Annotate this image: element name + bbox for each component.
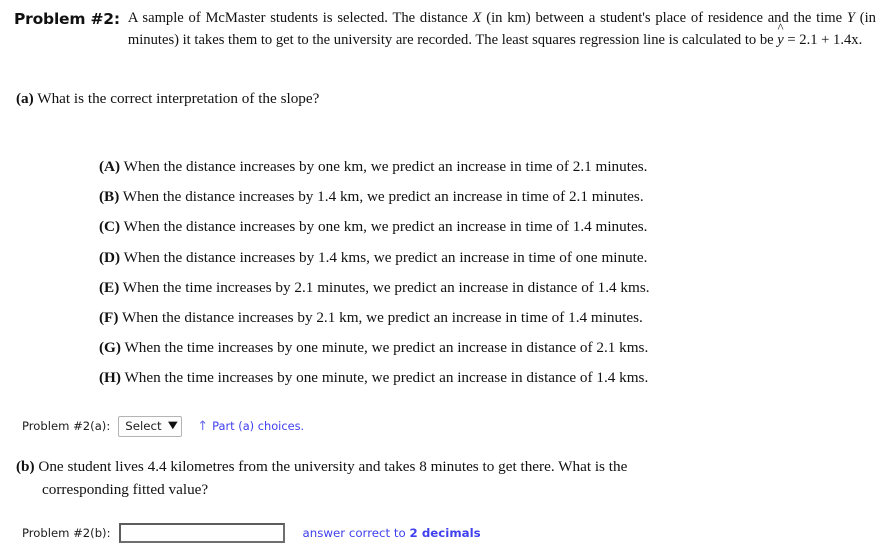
- choice-option-g: (G) When the time increases by one minut…: [99, 333, 869, 363]
- part-a-choices-hint-label: Part (a) choices.: [212, 419, 305, 433]
- part-b-answer-input[interactable]: [118, 523, 285, 543]
- part-a-choices-hint[interactable]: ↑ Part (a) choices.: [197, 419, 304, 433]
- choice-letter-d: (D): [99, 248, 121, 266]
- choice-letter-b: (B): [99, 188, 120, 206]
- choice-letter-e: (E): [99, 278, 120, 296]
- precision-note-prefix: answer correct to: [302, 526, 410, 540]
- choice-text-e: When the time increases by 2.1 minutes, …: [122, 278, 650, 296]
- choice-option-h: (H) When the time increases by one minut…: [99, 363, 869, 393]
- up-arrow-icon: ↑: [197, 418, 209, 434]
- part-b-answer-row: Problem #2(b): answer correct to 2 decim…: [22, 521, 481, 545]
- part-b-answer-label: Problem #2(b):: [22, 526, 111, 540]
- problem-statement-block: Problem #2: A sample of McMaster student…: [14, 8, 876, 51]
- choice-text-b: When the distance increases by 1.4 km, w…: [122, 188, 644, 206]
- choice-text-g: When the time increases by one minute, w…: [124, 339, 649, 357]
- statement-segment-1: A sample of McMaster students is selecte…: [127, 10, 473, 26]
- choice-option-a: (A) When the distance increases by one k…: [99, 152, 869, 182]
- y-hat-symbol: ^ y: [777, 21, 783, 52]
- choice-letter-c: (C): [99, 218, 121, 236]
- part-b-question-line1: One student lives 4.4 kilometres from th…: [38, 458, 628, 475]
- problem-statement-text: A sample of McMaster students is selecte…: [128, 8, 876, 51]
- part-b-marker: (b): [16, 458, 35, 475]
- choice-option-f: (F) When the distance increases by 2.1 k…: [99, 303, 869, 333]
- statement-segment-2: (in km) between a student's place of res…: [481, 10, 847, 26]
- part-a-marker: (a): [16, 90, 34, 107]
- choice-text-h: When the time increases by one minute, w…: [124, 369, 649, 387]
- hat-accent-icon: ^: [777, 19, 784, 35]
- part-b-question: (b) One student lives 4.4 kilometres fro…: [16, 455, 860, 501]
- choice-letter-f: (F): [99, 309, 119, 327]
- part-a-choice-list: (A) When the distance increases by one k…: [99, 152, 869, 394]
- choice-option-e: (E) When the time increases by 2.1 minut…: [99, 273, 869, 303]
- variable-y: Y: [846, 10, 855, 26]
- choice-option-d: (D) When the distance increases by 1.4 k…: [99, 243, 869, 273]
- part-b-question-line2: corresponding fitted value?: [42, 481, 209, 498]
- choice-option-b: (B) When the distance increases by 1.4 k…: [99, 182, 869, 212]
- choice-letter-a: (A): [99, 158, 121, 175]
- part-a-question-text: What is the correct interpretation of th…: [37, 90, 320, 107]
- chevron-down-icon: ▼: [167, 420, 178, 431]
- choice-text-d: When the distance increases by 1.4 kms, …: [123, 248, 648, 266]
- choice-option-c: (C) When the distance increases by one k…: [99, 212, 869, 242]
- part-a-answer-label: Problem #2(a):: [22, 419, 111, 433]
- precision-note-emphasis: 2 decimals: [409, 526, 481, 540]
- problem-label: Problem #2:: [14, 10, 120, 28]
- part-a-answer-select[interactable]: Select ▼: [118, 415, 183, 437]
- regression-formula: ^ y = 2.1 + 1.4x.: [777, 21, 863, 48]
- part-a-answer-row: Problem #2(a): Select ▼ ↑ Part (a) choic…: [22, 414, 304, 438]
- part-a-question: (a) What is the correct interpretation o…: [16, 88, 319, 110]
- choice-text-a: When the distance increases by one km, w…: [123, 158, 648, 175]
- part-b-precision-note: answer correct to 2 decimals: [303, 526, 481, 540]
- formula-expression: = 2.1 + 1.4x.: [783, 31, 863, 48]
- choice-text-c: When the distance increases by one km, w…: [123, 218, 648, 236]
- choice-letter-g: (G): [99, 339, 121, 357]
- choice-letter-h: (H): [99, 369, 121, 387]
- select-value: Select: [125, 419, 162, 433]
- choice-text-f: When the distance increases by 2.1 km, w…: [121, 309, 643, 327]
